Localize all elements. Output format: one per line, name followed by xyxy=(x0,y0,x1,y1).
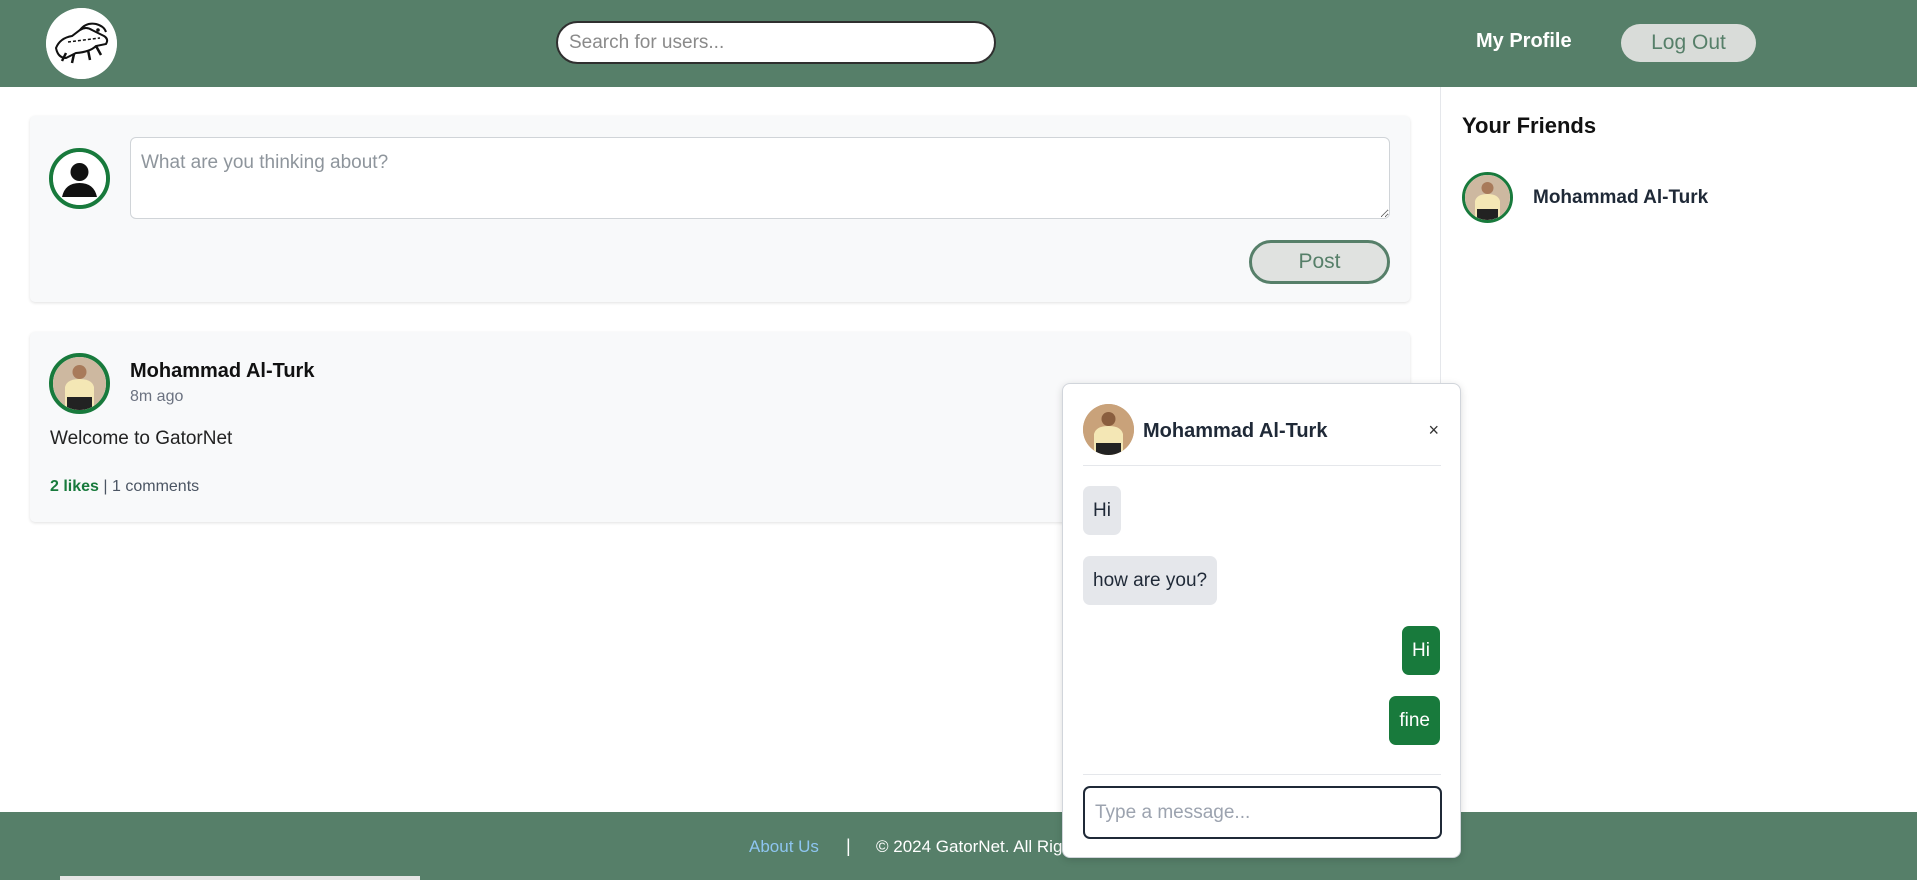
post-button[interactable]: Post xyxy=(1249,240,1390,284)
chat-contact-name: Mohammad Al-Turk xyxy=(1143,420,1328,442)
top-nav-bar: My Profile Log Out xyxy=(0,0,1917,87)
comments-count[interactable]: 1 comments xyxy=(112,478,199,495)
post-composer: Post xyxy=(30,116,1410,302)
copyright-text: © 2024 GatorNet. All Rig xyxy=(876,837,1063,856)
current-user-avatar xyxy=(49,148,110,209)
friend-avatar xyxy=(1462,172,1513,223)
post-author-avatar[interactable] xyxy=(49,353,110,414)
close-icon[interactable]: × xyxy=(1428,420,1439,441)
likes-count[interactable]: 2 likes xyxy=(50,478,99,495)
friends-sidebar: Your Friends Mohammad Al-Turk xyxy=(1440,87,1917,812)
user-photo-icon xyxy=(1465,175,1510,220)
post-stats: 2 likes | 1 comments xyxy=(50,478,199,496)
footer-separator: | xyxy=(846,836,851,856)
my-profile-link[interactable]: My Profile xyxy=(1476,30,1572,53)
logout-button[interactable]: Log Out xyxy=(1621,24,1756,62)
post-content: Welcome to GatorNet xyxy=(50,428,233,449)
default-user-icon xyxy=(53,152,106,205)
chat-message-sent: fine xyxy=(1389,696,1440,745)
friends-title: Your Friends xyxy=(1462,113,1597,138)
user-search-input[interactable] xyxy=(556,21,996,64)
chat-message-received: Hi xyxy=(1083,486,1121,535)
friend-list-item[interactable]: Mohammad Al-Turk xyxy=(1462,172,1762,224)
about-us-link[interactable]: About Us xyxy=(749,837,819,857)
chat-divider xyxy=(1083,774,1441,775)
gatornet-logo-icon[interactable] xyxy=(46,8,117,79)
post-timestamp: 8m ago xyxy=(130,388,184,405)
bottom-strip xyxy=(60,876,420,880)
user-photo-icon xyxy=(1083,404,1134,455)
user-photo-icon xyxy=(53,357,106,410)
chat-window: Mohammad Al-Turk × Hi how are you? Hi fi… xyxy=(1062,383,1461,858)
chat-contact-avatar xyxy=(1083,404,1134,455)
footer: About Us | © 2024 GatorNet. All Rig xyxy=(0,812,1917,880)
friend-name: Mohammad Al-Turk xyxy=(1533,187,1709,208)
chat-message-received: how are you? xyxy=(1083,556,1218,605)
chat-header: Mohammad Al-Turk × xyxy=(1083,404,1441,466)
chat-message-input[interactable] xyxy=(1083,786,1442,839)
chat-message-sent: Hi xyxy=(1402,626,1440,675)
post-author-name[interactable]: Mohammad Al-Turk xyxy=(130,360,314,383)
post-text-input[interactable] xyxy=(130,137,1390,219)
stats-separator: | xyxy=(103,478,108,495)
